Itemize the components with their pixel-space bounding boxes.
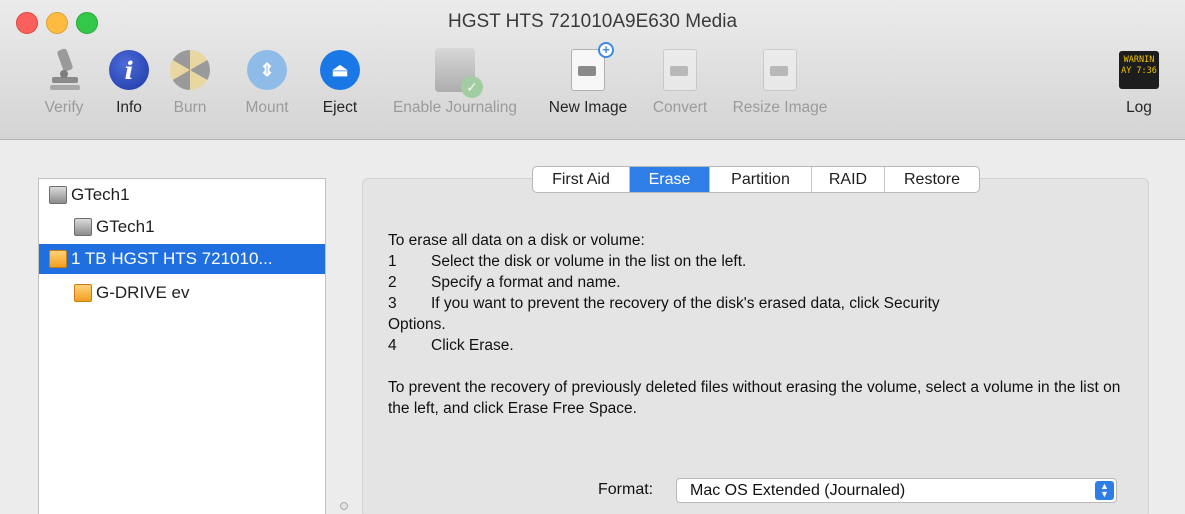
erase-free-space-note: To prevent the recovery of previously de… [388,379,1121,417]
tab-erase[interactable]: Erase [630,167,710,192]
log-button[interactable]: WARNIN AY 7:36 Log [1117,44,1161,117]
window-toolbar: HGST HTS 721010A9E630 Media Verify i Inf… [0,0,1185,140]
convert-button[interactable]: Convert [646,44,714,117]
sidebar-item-label: GTech1 [71,185,130,204]
convert-label: Convert [652,99,708,116]
info-label: Info [116,99,142,116]
journaling-disk-icon: ✓ [435,48,483,98]
sidebar-item-gtech1-disk[interactable]: GTech1 [39,180,325,210]
step-number: 4 [388,337,397,354]
enable-journaling-label: Enable Journaling [392,99,518,116]
disk-list-sidebar[interactable]: GTech1 GTech1 1 TB HGST HTS 721010... G-… [38,178,326,514]
disk-orange-icon [49,250,67,268]
sidebar-item-label: 1 TB HGST HTS 721010... [71,249,273,268]
checkmark-icon: ✓ [461,76,483,98]
sidebar-item-gtech1-volume[interactable]: GTech1 [39,212,325,242]
mount-button[interactable]: ⇕ Mount [238,44,296,117]
format-select[interactable]: Mac OS Extended (Journaled) ▲ ▼ [676,478,1117,503]
split-view-resize-handle[interactable] [340,502,348,510]
erase-step: 2 Specify a format and name. [388,272,1128,293]
burn-label: Burn [173,99,207,116]
step-text: Specify a format and name. [431,274,621,291]
erase-step: 1 Select the disk or volume in the list … [388,251,1128,272]
eject-button[interactable]: ⏏ Eject [316,44,364,117]
disk-gray-icon [74,218,92,236]
step-text: Select the disk or volume in the list on… [431,253,747,270]
step-number: 3 [388,295,397,312]
mount-label: Mount [245,99,289,116]
erase-instructions: To erase all data on a disk or volume: 1… [388,230,1128,419]
tab-partition[interactable]: Partition [710,167,812,192]
verify-label: Verify [44,99,84,116]
step-text: Click Erase. [431,337,514,354]
log-label: Log [1126,99,1152,116]
erase-intro-text: To erase all data on a disk or volume: [388,232,645,249]
disk-orange-icon [74,284,92,302]
enable-journaling-button[interactable]: ✓ Enable Journaling [380,44,530,117]
format-label: Format: [598,481,654,498]
resize-image-label: Resize Image [732,99,828,116]
convert-icon [663,49,697,91]
disk-gray-icon [49,186,67,204]
sidebar-item-hgst-disk[interactable]: 1 TB HGST HTS 721010... [39,244,325,274]
chevron-up-down-icon: ▲ ▼ [1095,481,1114,500]
tab-restore[interactable]: Restore [885,167,979,192]
tab-bar: First Aid Erase Partition RAID Restore [532,166,980,193]
mount-icon: ⇕ [247,50,287,90]
new-image-icon: + [571,42,614,91]
window-title: HGST HTS 721010A9E630 Media [447,11,738,32]
step-number: 1 [388,253,397,270]
info-icon: i [109,50,149,90]
erase-step: 3 If you want to prevent the recovery of… [388,293,1128,314]
format-selected-value: Mac OS Extended (Journaled) [690,481,906,499]
step-text: If you want to prevent the recovery of t… [431,295,940,312]
sidebar-item-g-drive-volume[interactable]: G-DRIVE ev [39,278,325,308]
verify-button[interactable]: Verify [38,44,90,117]
burn-button[interactable]: Burn [166,44,214,117]
plus-icon: + [598,42,614,58]
resize-image-icon [763,49,797,91]
step-number: 2 [388,274,397,291]
tab-raid[interactable]: RAID [812,167,885,192]
radiation-icon [170,50,210,90]
new-image-button[interactable]: + New Image [540,42,636,117]
new-image-label: New Image [548,99,628,116]
sidebar-item-label: GTech1 [96,217,155,236]
tab-first-aid[interactable]: First Aid [533,167,630,192]
info-button[interactable]: i Info [106,44,152,117]
erase-step: 4 Click Erase. [388,335,1128,356]
eject-label: Eject [322,99,358,116]
log-console-icon: WARNIN AY 7:36 [1119,51,1159,89]
microscope-icon [50,48,80,90]
eject-icon: ⏏ [320,50,360,90]
step-continuation-text: Options. [388,316,446,333]
resize-image-button[interactable]: Resize Image [724,44,836,117]
sidebar-item-label: G-DRIVE ev [96,283,190,302]
